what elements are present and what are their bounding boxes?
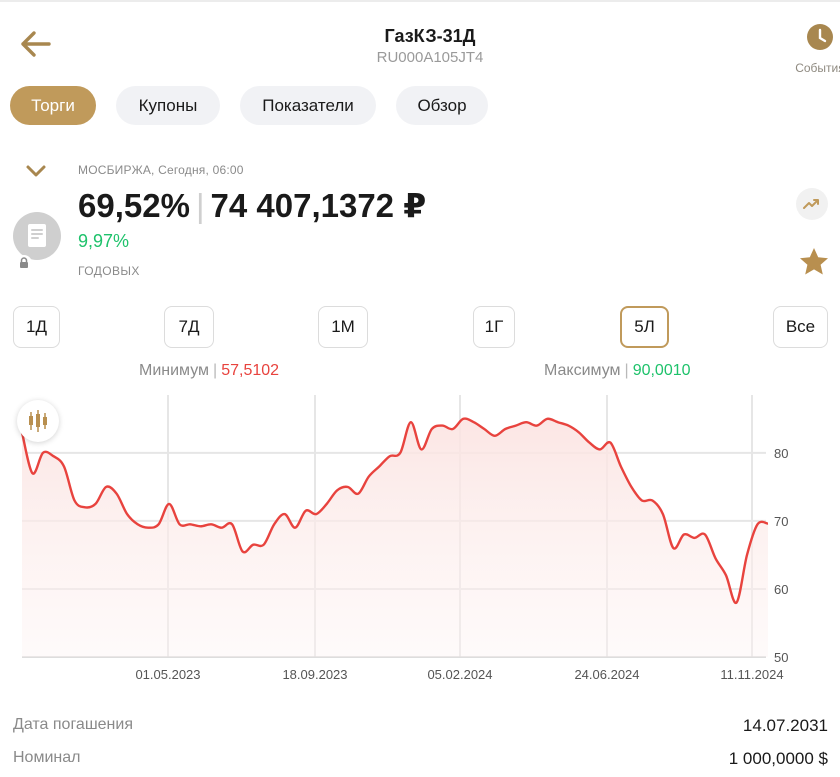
nominal-label: Номинал — [13, 749, 81, 766]
instrument-header: ГазКЗ-31Д RU000A105JT4 — [0, 26, 840, 66]
maximum-separator: | — [624, 362, 629, 379]
tab-coupons[interactable]: Купоны — [116, 86, 220, 125]
favorite-star-icon[interactable] — [798, 246, 830, 278]
period-1m-button[interactable]: 1М — [318, 306, 368, 348]
tab-overview[interactable]: Обзор — [396, 86, 488, 125]
series-area — [22, 418, 768, 657]
price-percent: 69,52% — [78, 187, 190, 224]
top-divider — [0, 0, 840, 2]
tab-indicators[interactable]: Показатели — [240, 86, 376, 125]
x-tick-label: 05.02.2024 — [427, 667, 492, 682]
price-display: 69,52% | 74 407,1372 ₽ — [78, 186, 426, 225]
tab-trading[interactable]: Торги — [10, 86, 96, 125]
yield-value: 9,97% — [78, 231, 130, 251]
candlestick-icon — [29, 410, 47, 432]
y-tick-label: 50 — [774, 650, 788, 665]
candlestick-toggle-button[interactable] — [17, 400, 59, 442]
issuer-avatar — [13, 212, 61, 260]
instrument-isin: RU000A105JT4 — [376, 49, 484, 66]
instrument-title: ГазКЗ-31Д — [384, 26, 476, 46]
period-all-button[interactable]: Все — [773, 306, 828, 348]
maximum-stat: Максимум | 90,0010 — [544, 362, 691, 380]
y-tick-label: 60 — [774, 582, 788, 597]
maximum-value: 90,0010 — [632, 362, 691, 379]
period-1d-button[interactable]: 1Д — [13, 306, 60, 348]
area-layer — [20, 417, 769, 657]
price-money: 74 407,1372 ₽ — [210, 187, 427, 224]
y-tick-label: 80 — [774, 446, 788, 461]
y-tick-label: 70 — [774, 514, 788, 529]
minimum-stat: Минимум | 57,5102 — [139, 362, 279, 380]
minimum-value: 57,5102 — [221, 362, 280, 379]
minimum-separator: | — [213, 362, 218, 379]
y-axis-labels: 50 60 70 80 — [774, 446, 788, 665]
clock-icon — [807, 24, 833, 50]
events-label: События — [795, 61, 840, 75]
events-button[interactable]: События — [790, 22, 840, 75]
trend-up-icon — [803, 199, 819, 209]
document-icon — [28, 224, 46, 247]
minimum-label: Минимум — [139, 362, 210, 379]
x-tick-label: 24.06.2024 — [574, 667, 639, 682]
x-tick-label: 11.11.2024 — [720, 667, 783, 682]
price-chart[interactable]: 01.05.2023 18.09.2023 05.02.2024 24.06.2024… — [0, 395, 840, 695]
yield-note: ГОДОВЫХ — [78, 264, 140, 278]
x-axis-labels: 01.05.2023 18.09.2023 05.02.2024 24.06.2024… — [135, 667, 783, 682]
period-7d-button[interactable]: 7Д — [164, 306, 214, 348]
x-tick-label: 18.09.2023 — [282, 667, 347, 682]
maturity-date-value: 14.07.2031 — [742, 716, 828, 735]
exchange-timestamp: МОСБИРЖА, Сегодня, 06:00 — [78, 163, 244, 177]
price-separator: | — [195, 187, 205, 224]
period-1y-button[interactable]: 1Г — [473, 306, 515, 348]
maturity-date-label: Дата погашения — [13, 716, 133, 733]
nominal-value: 1 000,0000 $ — [728, 749, 828, 768]
x-tick-label: 01.05.2023 — [135, 667, 200, 682]
trend-chart-button[interactable] — [796, 188, 828, 220]
lock-icon — [16, 255, 32, 271]
maximum-label: Максимум — [544, 362, 621, 379]
period-5y-button[interactable]: 5Л — [620, 306, 669, 348]
chevron-down-icon[interactable] — [25, 163, 47, 179]
